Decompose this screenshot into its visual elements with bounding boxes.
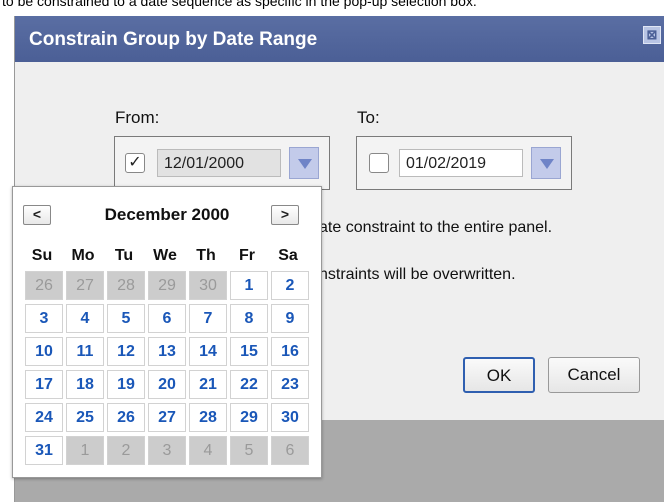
- calendar-day[interactable]: 23: [271, 370, 309, 399]
- calendar-day-other-month: 4: [189, 436, 227, 465]
- calendar-day[interactable]: 5: [107, 304, 145, 333]
- calendar-day[interactable]: 18: [66, 370, 104, 399]
- to-date-field[interactable]: 01/02/2019: [399, 149, 523, 177]
- calendar-day[interactable]: 24: [25, 403, 63, 432]
- calendar-day[interactable]: 6: [148, 304, 186, 333]
- day-of-week-label: Su: [31, 247, 53, 264]
- calendar-day-other-month: 3: [148, 436, 186, 465]
- dialog-title: Constrain Group by Date Range: [29, 29, 318, 50]
- from-label: From:: [115, 108, 160, 127]
- day-of-week-label: Fr: [239, 247, 255, 264]
- calendar-day-other-month: 28: [107, 271, 145, 300]
- calendar-day-other-month: 30: [189, 271, 227, 300]
- cancel-button[interactable]: Cancel: [548, 357, 640, 393]
- calendar-day[interactable]: 21: [189, 370, 227, 399]
- calendar-day[interactable]: 12: [107, 337, 145, 366]
- ok-button[interactable]: OK: [463, 357, 535, 393]
- next-month-button[interactable]: >: [271, 205, 299, 225]
- calendar-day[interactable]: 31: [25, 436, 63, 465]
- from-date-dropdown-button[interactable]: [289, 147, 319, 179]
- calendar-day[interactable]: 29: [230, 403, 268, 432]
- calendar-day[interactable]: 14: [189, 337, 227, 366]
- day-of-week-label: Th: [196, 247, 216, 264]
- calendar-day[interactable]: 22: [230, 370, 268, 399]
- calendar-day[interactable]: 25: [66, 403, 104, 432]
- calendar-day-other-month: 2: [107, 436, 145, 465]
- to-checkbox[interactable]: [369, 153, 389, 173]
- date-picker-popup: < December 2000 > Su Mo Tu We Th Fr Sa 26 27 28 2…: [12, 186, 322, 478]
- calendar-day-other-month: 29: [148, 271, 186, 300]
- calendar-day[interactable]: 30: [271, 403, 309, 432]
- from-date-field[interactable]: 12/01/2000: [157, 149, 281, 177]
- calendar-day[interactable]: 16: [271, 337, 309, 366]
- to-date-dropdown-button[interactable]: [531, 147, 561, 179]
- calendar-day-other-month: 6: [271, 436, 309, 465]
- calendar-day[interactable]: 28: [189, 403, 227, 432]
- calendar-day[interactable]: 15: [230, 337, 268, 366]
- message-line-2: nstraints will be overwritten.: [319, 266, 516, 283]
- calendar-day-other-month: 27: [66, 271, 104, 300]
- calendar-day[interactable]: 1: [230, 271, 268, 300]
- day-of-week-label: Mo: [71, 247, 95, 264]
- from-checkbox[interactable]: ✓: [125, 153, 145, 173]
- calendar-day[interactable]: 27: [148, 403, 186, 432]
- calendar-day[interactable]: 17: [25, 370, 63, 399]
- calendar-day[interactable]: 19: [107, 370, 145, 399]
- calendar-day[interactable]: 26: [107, 403, 145, 432]
- calendar-day[interactable]: 11: [66, 337, 104, 366]
- calendar-day[interactable]: 2: [271, 271, 309, 300]
- chevron-down-icon: [540, 159, 554, 169]
- calendar-day[interactable]: 20: [148, 370, 186, 399]
- dialog-titlebar[interactable]: Constrain Group by Date Range ⊠: [15, 16, 664, 62]
- chevron-down-icon: [298, 159, 312, 169]
- calendar-day[interactable]: 9: [271, 304, 309, 333]
- from-group: ✓ 12/01/2000: [114, 136, 330, 190]
- calendar-day-other-month: 1: [66, 436, 104, 465]
- calendar-day[interactable]: 10: [25, 337, 63, 366]
- calendar-day[interactable]: 8: [230, 304, 268, 333]
- calendar-day[interactable]: 3: [25, 304, 63, 333]
- day-of-week-label: Sa: [278, 247, 298, 264]
- day-of-week-label: We: [153, 247, 177, 264]
- calendar-day-other-month: 5: [230, 436, 268, 465]
- to-group: 01/02/2019: [356, 136, 572, 190]
- calendar-day[interactable]: 7: [189, 304, 227, 333]
- calendar-day-other-month: 26: [25, 271, 63, 300]
- message-line-1: ate constraint to the entire panel.: [319, 219, 553, 236]
- day-of-week-label: Tu: [114, 247, 134, 264]
- to-label: To:: [357, 108, 380, 127]
- close-icon[interactable]: ⊠: [643, 26, 661, 44]
- calendar-day[interactable]: 13: [148, 337, 186, 366]
- background-caption: to be constrained to a date sequence as …: [2, 0, 477, 9]
- calendar-day[interactable]: 4: [66, 304, 104, 333]
